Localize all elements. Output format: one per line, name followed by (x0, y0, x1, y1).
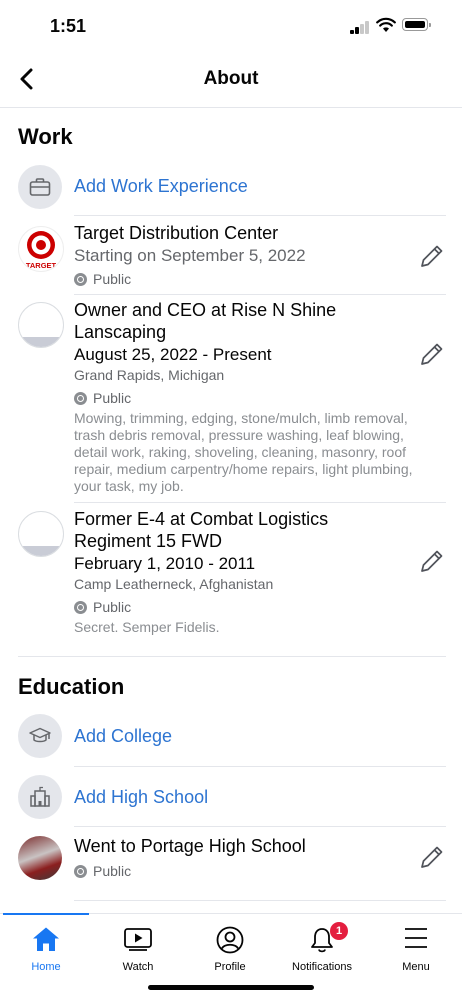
work-entry-title-line1: Owner and CEO at Rise N Shine (74, 300, 337, 320)
education-entry-portage[interactable]: Went to Portage High School Public (74, 835, 434, 881)
globe-icon (74, 272, 87, 286)
divider (74, 900, 446, 901)
work-entry-title: Target Distribution Center (74, 223, 279, 243)
privacy-indicator: Public (74, 269, 434, 289)
divider (74, 766, 446, 767)
work-entry-combat-logistics[interactable]: Former E-4 at Combat Logistics Regiment … (74, 508, 434, 636)
company-placeholder-logo (18, 302, 64, 348)
top-nav-bar: About (0, 52, 462, 108)
work-entry-rise-n-shine[interactable]: Owner and CEO at Rise N Shine Lanscaping… (74, 299, 434, 495)
tab-label: Notifications (292, 961, 352, 973)
globe-icon (74, 391, 87, 405)
edit-pencil-icon[interactable] (418, 242, 446, 270)
work-entry-description: Mowing, trimming, edging, stone/mulch, l… (74, 410, 413, 494)
work-entry-title-line2: Lanscaping (74, 322, 167, 342)
work-entry-title-line1: Former E-4 at Combat Logistics (74, 509, 329, 529)
status-time: 1:51 (50, 16, 87, 36)
home-indicator (148, 985, 314, 990)
add-high-school-icon-wrap[interactable] (18, 775, 62, 819)
school-photo-avatar (18, 836, 62, 880)
add-work-experience-link[interactable]: Add Work Experience (74, 176, 248, 197)
work-entry-description: Secret. Semper Fidelis. (74, 619, 220, 635)
add-college-icon-wrap[interactable] (18, 714, 62, 758)
work-entry-dates: February 1, 2010 - 2011 (74, 554, 256, 573)
divider (74, 215, 446, 216)
target-logo: TARGET (18, 226, 64, 272)
edit-pencil-icon[interactable] (418, 547, 446, 575)
globe-icon (74, 600, 87, 614)
page-title: About (203, 68, 259, 89)
privacy-label: Public (93, 271, 132, 287)
privacy-label: Public (93, 599, 132, 615)
cellular-signal-icon (350, 20, 372, 34)
tab-label: Menu (402, 961, 430, 973)
work-entry-target[interactable]: Target Distribution Center Starting on S… (74, 222, 434, 289)
menu-icon (405, 928, 427, 948)
divider (74, 294, 446, 295)
tab-notifications[interactable]: 1 Notifications (276, 914, 368, 978)
target-logo-text: TARGET (26, 261, 57, 270)
tab-home[interactable]: Home (0, 914, 92, 978)
school-building-icon (30, 786, 50, 807)
wifi-icon (376, 17, 396, 32)
work-entry-title-line2: Regiment 15 FWD (74, 531, 223, 551)
target-bullseye-icon: TARGET (26, 231, 57, 270)
tab-menu[interactable]: Menu (370, 914, 462, 978)
privacy-indicator: Public (74, 388, 434, 408)
section-divider (18, 656, 446, 657)
divider (74, 826, 446, 827)
add-work-icon-wrap[interactable] (18, 165, 62, 209)
add-college-link[interactable]: Add College (74, 726, 172, 747)
work-entry-location: Grand Rapids, Michigan (74, 367, 225, 383)
privacy-indicator: Public (74, 861, 434, 881)
edit-pencil-icon[interactable] (418, 843, 446, 871)
globe-icon (74, 864, 87, 878)
tab-watch[interactable]: Watch (92, 914, 184, 978)
work-entry-location: Camp Leatherneck, Afghanistan (74, 576, 274, 592)
tab-profile[interactable]: Profile (184, 914, 276, 978)
privacy-label: Public (93, 863, 132, 879)
company-placeholder-logo (18, 511, 64, 557)
add-high-school-link[interactable]: Add High School (74, 787, 208, 808)
tab-label: Home (31, 961, 61, 973)
status-bar: 1:51 (0, 0, 462, 52)
profile-icon (216, 926, 244, 954)
edit-pencil-icon[interactable] (418, 340, 446, 368)
education-entry-title: Went to Portage High School (74, 836, 306, 856)
work-section-title: Work (18, 124, 73, 149)
privacy-indicator: Public (74, 597, 434, 617)
battery-icon (402, 18, 431, 31)
home-icon (33, 927, 59, 951)
work-entry-dates: August 25, 2022 - Present (74, 345, 272, 364)
divider (74, 502, 446, 503)
education-section-title: Education (18, 674, 125, 699)
watch-icon (124, 928, 152, 951)
briefcase-icon (29, 178, 51, 196)
privacy-label: Public (93, 390, 132, 406)
tab-label: Watch (122, 961, 154, 973)
graduation-cap-icon (29, 727, 51, 743)
notification-badge: 1 (330, 922, 348, 940)
work-entry-subtitle: Starting on September 5, 2022 (74, 246, 306, 265)
tab-label: Profile (214, 961, 246, 973)
